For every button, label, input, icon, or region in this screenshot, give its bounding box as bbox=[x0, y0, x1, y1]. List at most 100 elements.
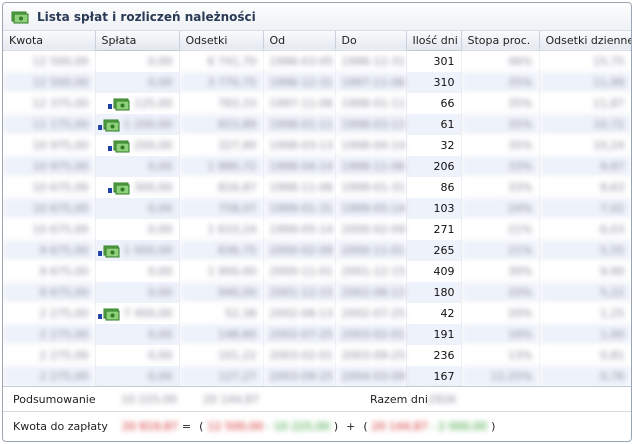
cell-od: 1998-03-13 bbox=[263, 135, 336, 156]
table-row[interactable]: 10 675,00 300,00 816,87 1998-11-06 1999-01-3… bbox=[3, 177, 631, 198]
plus-sign: + bbox=[346, 419, 356, 433]
table-row[interactable]: 12 500,00 0,00 3 770,75 1996-12-31 1997-11-0… bbox=[3, 72, 631, 93]
cell-stopa: 33% bbox=[461, 177, 540, 198]
cell-ilosc-dni: 236 bbox=[406, 345, 462, 366]
splata-value: 0,00 bbox=[148, 286, 173, 299]
cell-kwota: 9 675,00 bbox=[3, 282, 96, 303]
due-interest-paid: - 2 000,00 bbox=[430, 419, 488, 433]
cell-odsetki-dzienne: 5,55 bbox=[539, 240, 631, 261]
table-row[interactable]: 2 275,00 0,00 127,27 2003-09-25 2004-03-09 16… bbox=[3, 366, 631, 387]
close-paren-2: ) bbox=[491, 419, 496, 433]
table-row[interactable]: 2 275,00 0,00 148,60 2002-07-25 2003-02-01 19… bbox=[3, 324, 631, 345]
summary-days-label: Razem dni bbox=[370, 393, 428, 406]
cell-ilosc-dni: 86 bbox=[406, 177, 462, 198]
splata-value: 0,00 bbox=[148, 55, 173, 68]
cell-do: 1999-05-14 bbox=[335, 198, 407, 219]
cell-do: 2000-11-01 bbox=[335, 240, 407, 261]
cell-do: 2002-06-13 bbox=[335, 282, 407, 303]
cell-odsetki-dzienne: 0,81 bbox=[539, 345, 631, 366]
cell-stopa: 20% bbox=[461, 303, 540, 324]
col-header-ilosc-dni[interactable]: Ilość dni bbox=[406, 31, 462, 51]
cell-kwota: 2 275,00 bbox=[3, 303, 96, 324]
cell-odsetki: 1 900,00 bbox=[179, 261, 264, 282]
cell-kwota: 10 975,00 bbox=[3, 156, 96, 177]
table-row[interactable]: 9 675,00 0,00 1 900,00 2000-11-01 2001-12-15… bbox=[3, 261, 631, 282]
cell-odsetki: 1 880,72 bbox=[179, 156, 264, 177]
splata-value: 0,00 bbox=[148, 223, 173, 236]
table-row[interactable]: 2 275,00 0,00 101,22 2003-02-01 2003-09-25 23… bbox=[3, 345, 631, 366]
cell-odsetki-dzienne: 10,72 bbox=[539, 114, 631, 135]
table-body: 12 500,00 0,00 6 741,70 1996-03-05 1996-12-3… bbox=[3, 50, 631, 387]
settlements-panel: Lista spłat i rozliczeń należności Kwota… bbox=[2, 2, 632, 442]
summary-label: Podsumowanie bbox=[13, 393, 96, 406]
col-header-kwota[interactable]: Kwota bbox=[3, 31, 96, 51]
cell-splata: 1 200,00 bbox=[95, 114, 180, 135]
col-header-do[interactable]: Do bbox=[335, 31, 407, 51]
col-header-odsetki-dzienne[interactable]: Odsetki dzienne bbox=[539, 31, 631, 51]
cell-kwota: 9 675,00 bbox=[3, 261, 96, 282]
cell-ilosc-dni: 103 bbox=[406, 198, 462, 219]
table-header-row: Kwota Spłata Odsetki Od Do Ilość dni Sto… bbox=[3, 31, 631, 51]
cell-od: 1997-11-06 bbox=[263, 93, 336, 114]
settlements-table: Kwota Spłata Odsetki Od Do Ilość dni Sto… bbox=[3, 31, 631, 387]
cell-stopa: 20% bbox=[461, 282, 540, 303]
cell-stopa: 21% bbox=[461, 240, 540, 261]
cell-ilosc-dni: 66 bbox=[406, 93, 462, 114]
cell-do: 1998-04-14 bbox=[335, 135, 407, 156]
cell-splata: 0,00 bbox=[95, 50, 180, 72]
splata-value: 200,00 bbox=[134, 138, 173, 152]
col-header-odsetki[interactable]: Odsetki bbox=[179, 31, 264, 51]
table-row[interactable]: 10 975,00 0,00 1 880,72 1998-04-14 1998-11-0… bbox=[3, 156, 631, 177]
cell-kwota: 9 675,00 bbox=[3, 240, 96, 261]
table-row[interactable]: 2 275,00 7 400,00 52,38 2002-06-13 2002-07-2… bbox=[3, 303, 631, 324]
col-header-od[interactable]: Od bbox=[263, 31, 336, 51]
amount-due-total: 20 819,87 bbox=[121, 419, 178, 433]
cell-od: 1996-12-31 bbox=[263, 72, 336, 93]
cell-odsetki-dzienne: 0,76 bbox=[539, 366, 631, 387]
cell-ilosc-dni: 301 bbox=[406, 50, 462, 72]
cell-ilosc-dni: 32 bbox=[406, 135, 462, 156]
cell-ilosc-dni: 206 bbox=[406, 156, 462, 177]
table-row[interactable]: 12 375,00 125,00 783,33 1997-11-06 1998-01-1… bbox=[3, 93, 631, 114]
cell-odsetki: 6 741,70 bbox=[179, 50, 264, 72]
cell-od: 1999-01-31 bbox=[263, 198, 336, 219]
table-row[interactable]: 12 500,00 0,00 6 741,70 1996-03-05 1996-12-3… bbox=[3, 50, 631, 72]
cell-odsetki: 52,38 bbox=[179, 303, 264, 324]
cell-od: 2000-02-09 bbox=[263, 240, 336, 261]
payment-icon bbox=[108, 139, 130, 153]
splata-value: 0,00 bbox=[148, 202, 173, 215]
cell-stopa: 13% bbox=[461, 345, 540, 366]
cell-od: 1998-11-06 bbox=[263, 177, 336, 198]
col-header-splata[interactable]: Spłata bbox=[95, 31, 180, 51]
splata-value: 300,00 bbox=[134, 180, 173, 194]
close-paren-1: ) bbox=[333, 419, 339, 433]
open-paren-2: ( bbox=[363, 419, 368, 433]
table-row[interactable]: 9 675,00 1 000,00 836,75 2000-02-09 2000-11-… bbox=[3, 240, 631, 261]
cell-do: 2000-02-09 bbox=[335, 219, 407, 240]
cell-stopa: 33% bbox=[461, 156, 540, 177]
cell-odsetki: 816,87 bbox=[179, 177, 264, 198]
panel-title: Lista spłat i rozliczeń należności bbox=[37, 9, 256, 24]
cell-od: 2002-06-13 bbox=[263, 303, 336, 324]
money-list-icon bbox=[11, 11, 29, 23]
table-row[interactable]: 10 675,00 0,00 1 633,24 1999-05-14 2000-02-0… bbox=[3, 219, 631, 240]
cell-od: 2003-09-25 bbox=[263, 366, 336, 387]
cell-od: 1998-01-11 bbox=[263, 114, 336, 135]
cell-kwota: 12 500,00 bbox=[3, 50, 96, 72]
cell-splata: 7 400,00 bbox=[95, 303, 180, 324]
cell-splata: 1 000,00 bbox=[95, 240, 180, 261]
table-row[interactable]: 10 975,00 200,00 327,90 1998-03-13 1998-04-1… bbox=[3, 135, 631, 156]
col-header-stopa[interactable]: Stopa proc. bbox=[461, 31, 540, 51]
table-row[interactable]: 9 675,00 0,00 940,00 2001-12-15 2002-06-13 18… bbox=[3, 282, 631, 303]
cell-ilosc-dni: 191 bbox=[406, 324, 462, 345]
table-row[interactable]: 10 675,00 0,00 758,07 1999-01-31 1999-05-14 1… bbox=[3, 198, 631, 219]
payment-icon bbox=[97, 244, 120, 258]
cell-do: 1997-11-06 bbox=[335, 72, 407, 93]
cell-odsetki: 327,90 bbox=[179, 135, 264, 156]
due-principal: 12 500,00 bbox=[207, 419, 264, 433]
cell-odsetki: 148,60 bbox=[179, 324, 264, 345]
due-interest: 20 144,87 bbox=[371, 419, 428, 433]
table-row[interactable]: 11 175,00 1 200,00 653,89 1998-01-11 1998-03… bbox=[3, 114, 631, 135]
cell-ilosc-dni: 409 bbox=[406, 261, 462, 282]
cell-odsetki: 101,22 bbox=[179, 345, 264, 366]
